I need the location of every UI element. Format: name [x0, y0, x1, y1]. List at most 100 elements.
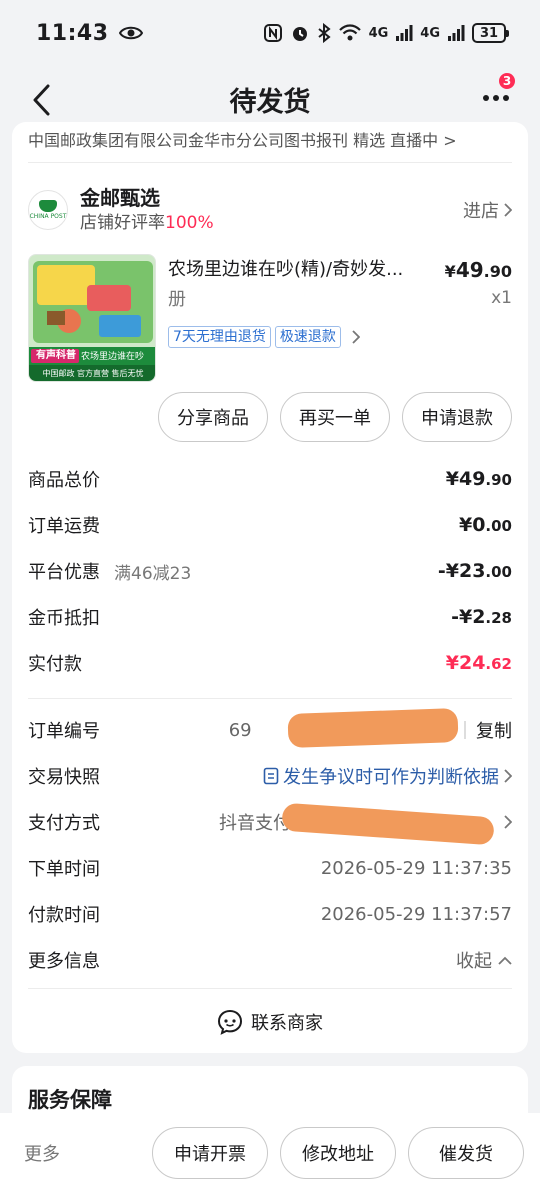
document-icon [263, 767, 279, 785]
discount-int: -¥23 [437, 560, 486, 582]
total-price-value: ¥49.90 [446, 468, 512, 490]
amount-paid-row: 实付款 ¥24.62 [28, 646, 512, 680]
enter-shop-link[interactable]: 进店 [463, 197, 512, 223]
shipping-label: 订单运费 [28, 516, 100, 537]
order-placed-label: 下单时间 [28, 859, 100, 880]
enter-shop-label: 进店 [463, 201, 499, 222]
total-price-int: ¥49 [445, 468, 486, 490]
request-refund-button[interactable]: 申请退款 [402, 392, 512, 442]
status-time: 11:43 [36, 20, 109, 46]
amount-paid-label: 实付款 [28, 654, 82, 675]
coins-dec: .28 [485, 609, 512, 627]
contact-merchant-label: 联系商家 [251, 1013, 323, 1034]
shop-name: 金邮甄选 [80, 186, 160, 210]
coins-int: -¥2 [451, 606, 486, 628]
price-integer: 49 [455, 258, 484, 282]
tag-fast-refund: 极速退款 [274, 326, 341, 348]
product-title-line2: 册 [168, 289, 186, 310]
bottom-actions: 申请开票 修改地址 催发货 [152, 1127, 524, 1179]
divider [28, 698, 512, 699]
divider [28, 988, 512, 989]
total-price-row: 商品总价 ¥49.90 [28, 462, 512, 496]
platform-discount-row: 平台优惠 满46减23 -¥23.00 [28, 554, 512, 588]
product-thumbnail[interactable]: 有声科普 农场里边谁在吵 中国邮政 官方直营 售后无忧 [28, 254, 156, 382]
chevron-up-icon [498, 956, 512, 965]
urge-shipping-button[interactable]: 催发货 [408, 1127, 524, 1179]
chevron-right-icon [504, 203, 512, 217]
shipping-value: ¥0.00 [459, 514, 512, 536]
more-dots-icon [483, 95, 509, 101]
thumb-banner: 有声科普 [36, 350, 76, 361]
payment-method-label: 支付方式 [28, 813, 100, 834]
separator [464, 721, 466, 739]
chat-bubble-icon [217, 1009, 243, 1035]
shop-logo-text: CHINA POST [29, 213, 67, 220]
total-price-label: 商品总价 [28, 470, 100, 491]
page-title: 待发货 [229, 86, 311, 118]
trade-snapshot-row[interactable]: 交易快照 发生争议时可作为判断依据 [28, 759, 512, 793]
price-symbol: ¥ [444, 262, 456, 281]
coins-deduction-row: 金币抵扣 -¥2.28 [28, 600, 512, 634]
payment-time-value: 2026-05-29 11:37:57 [320, 903, 512, 925]
back-button[interactable] [26, 82, 58, 118]
product-quantity: x1 [491, 288, 512, 308]
battery-indicator: 31 [472, 23, 509, 43]
chevron-right-icon [352, 330, 360, 344]
more-button[interactable]: 3 [478, 72, 516, 116]
scrolled-header-line: 中国邮政集团有限公司金华市分公司图书报刊 精选 直播中 > [28, 131, 457, 150]
shop-rating-value: 100% [165, 213, 214, 233]
share-product-button[interactable]: 分享商品 [158, 392, 268, 442]
request-invoice-button[interactable]: 申请开票 [152, 1127, 268, 1179]
payment-method-name: 抖音支付 [219, 813, 291, 834]
price-decimal: .90 [483, 262, 512, 281]
alarm-icon [292, 27, 307, 41]
discount-note: 满46减23 [114, 563, 192, 584]
change-address-button[interactable]: 修改地址 [280, 1127, 396, 1179]
more-actions-button[interactable]: 更多 [24, 1140, 60, 1166]
more-info-row[interactable]: 更多信息 收起 [28, 943, 512, 977]
chevron-right-icon [504, 815, 512, 829]
notification-badge: 3 [498, 72, 516, 90]
payment-time-label: 付款时间 [28, 905, 100, 926]
coins-label: 金币抵扣 [28, 608, 100, 629]
shop-rating-label: 店铺好评率 [80, 213, 165, 233]
payment-time-row: 付款时间 2026-05-29 11:37:57 [28, 897, 512, 931]
contact-merchant-button[interactable]: 联系商家 [28, 1002, 512, 1042]
collapse-toggle[interactable]: 收起 [456, 947, 512, 973]
copy-order-number-button[interactable]: 复制 [476, 717, 512, 743]
product-item[interactable]: 有声科普 农场里边谁在吵 中国邮政 官方直营 售后无忧 农场里边谁在吵(精)/奇… [28, 254, 512, 382]
trade-snapshot-link[interactable]: 发生争议时可作为判断依据 [263, 763, 512, 789]
network-label: 4G [368, 25, 389, 41]
wifi-icon [338, 24, 361, 41]
buy-again-button[interactable]: 再买一单 [280, 392, 390, 442]
redaction-mark [287, 708, 459, 748]
shop-row[interactable]: CHINA POST 金邮甄选 店铺好评率100% 进店 [28, 178, 512, 242]
bottom-action-bar: 更多 申请开票 修改地址 催发货 [0, 1113, 540, 1193]
paid-int: ¥24 [445, 652, 486, 674]
service-guarantee-title: 服务保障 [28, 1088, 112, 1112]
product-price: ¥49.90 [445, 256, 512, 286]
shop-logo: CHINA POST [28, 190, 68, 230]
order-card: 中国邮政集团有限公司金华市分公司图书报刊 精选 直播中 > CHINA POST… [12, 122, 528, 1053]
coins-value: -¥2.28 [451, 606, 512, 628]
trade-snapshot-value: 发生争议时可作为判断依据 [283, 767, 499, 788]
order-action-row: 分享商品 再买一单 申请退款 [28, 392, 512, 442]
shipping-row: 订单运费 ¥0.00 [28, 508, 512, 542]
order-number-start: 69 [228, 719, 252, 741]
signal-icon-2 [448, 25, 465, 41]
shop-rating: 店铺好评率100% [80, 211, 214, 235]
china-post-logo-mark [39, 200, 57, 212]
collapse-label: 收起 [456, 951, 492, 972]
service-tags[interactable]: 7天无理由退货 极速退款 [168, 326, 360, 348]
discount-value: -¥23.00 [438, 560, 512, 582]
order-placed-time-row: 下单时间 2026-05-29 11:37:35 [28, 851, 512, 885]
nfc-icon [263, 24, 282, 42]
more-info-label: 更多信息 [28, 951, 100, 972]
trade-snapshot-label: 交易快照 [28, 767, 100, 788]
product-title[interactable]: 农场里边谁在吵(精)/奇妙发... [168, 256, 424, 284]
order-number-label: 订单编号 [28, 721, 100, 742]
discount-label: 平台优惠 [28, 562, 100, 583]
tag-return: 7天无理由退货 [168, 326, 271, 348]
network-label-2: 4G [420, 25, 440, 41]
chevron-right-icon [504, 769, 512, 783]
